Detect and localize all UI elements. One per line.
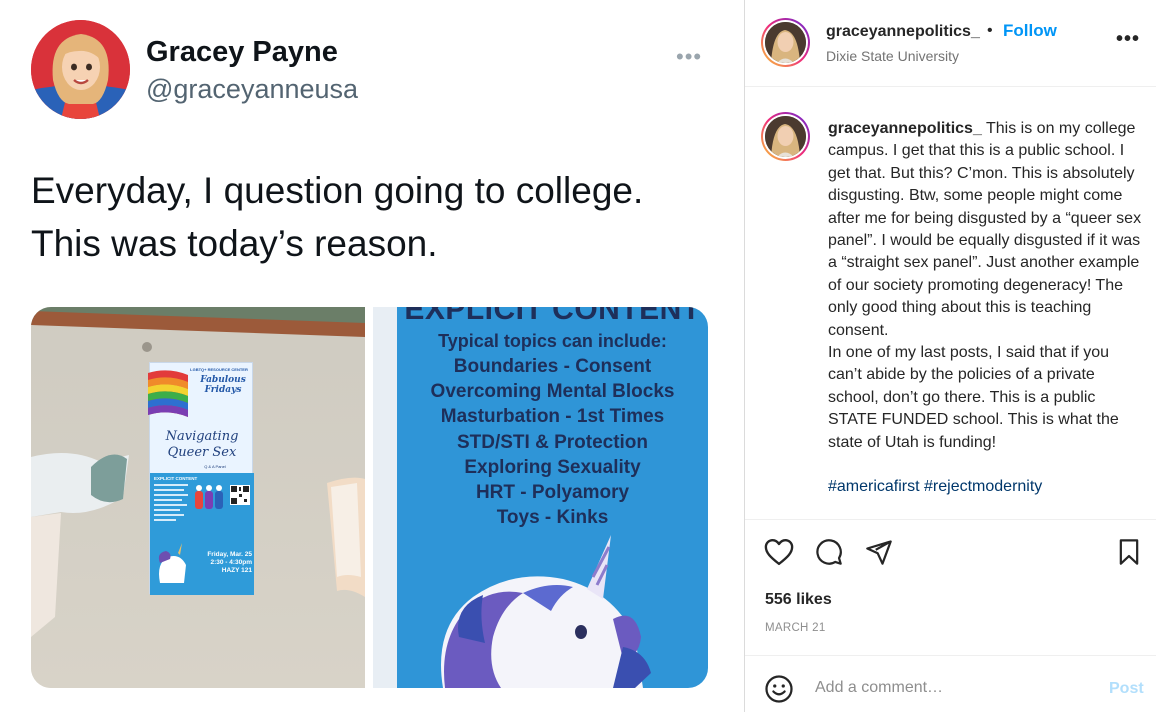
post-header: graceyannepolitics_ • Follow Dixie State… <box>745 0 1156 87</box>
tweet-photo-bulletin-board: LGBTQ+ RESOURCE CENTER Fabulous Fridays … <box>31 307 365 688</box>
follow-button[interactable]: Follow <box>1003 21 1057 41</box>
flyer-section-label: EXPLICIT CONTENT <box>154 476 198 481</box>
post-action-bar <box>745 519 1156 589</box>
comment-input[interactable] <box>815 679 1085 697</box>
flyer-subtitle: Q & A Panel <box>204 464 226 469</box>
cartoon-avatar-illustration <box>31 20 130 119</box>
tweet-more-icon: ••• <box>676 44 703 69</box>
heart-icon[interactable] <box>763 536 795 568</box>
tweet-text: Everyday, I question going to college. T… <box>31 164 711 270</box>
flyer-location: HAZY 121 <box>221 567 252 574</box>
caption-avatar[interactable] <box>761 112 810 161</box>
post-comment-button[interactable]: Post <box>1109 680 1144 698</box>
instagram-post-panel: graceyannepolitics_ • Follow Dixie State… <box>744 0 1156 712</box>
separator-dot: • <box>987 22 993 39</box>
flyer-title-line: Navigating <box>165 429 239 444</box>
emoji-icon[interactable] <box>764 674 794 709</box>
post-caption: graceyannepolitics_ This is on my colleg… <box>828 118 1146 514</box>
tweet-screenshot-image: Gracey Payne @graceyanneusa ••• Everyday… <box>0 0 744 712</box>
tweet-text-line: This was today’s reason. <box>31 223 438 264</box>
send-icon[interactable] <box>863 536 895 568</box>
caption-hashtags[interactable]: #americafirst #rejectmodernity <box>828 476 1146 498</box>
flyer-topic-lines <box>154 484 192 526</box>
post-date[interactable]: MARCH 21 <box>765 622 826 634</box>
unicorn-illustration <box>441 535 651 688</box>
likes-count[interactable]: 556 likes <box>765 591 832 609</box>
bookmark-icon[interactable] <box>1113 536 1145 568</box>
tweet-author-handle: @graceyanneusa <box>146 74 359 104</box>
avatar <box>765 116 806 157</box>
story-ring-avatar[interactable] <box>761 18 810 67</box>
flyer-series: Fabulous Fridays <box>200 375 246 395</box>
flyer-header: LGBTQ+ RESOURCE CENTER <box>190 367 248 372</box>
comment-bar: Post <box>745 655 1156 712</box>
more-options-icon[interactable]: ••• <box>1116 28 1140 51</box>
tweet-text-line: Everyday, I question going to college. <box>31 170 644 211</box>
flyer-event-details: Friday, Mar. 25 2:30 - 4:30pm HAZY 121 <box>194 551 252 575</box>
caption-text: This is on my college campus. I get that… <box>828 120 1142 339</box>
avatar <box>765 22 806 63</box>
flyer-people-icons <box>194 483 226 511</box>
post-location[interactable]: Dixie State University <box>826 48 959 64</box>
flyer-title: Navigating Queer Sex <box>152 429 252 461</box>
flyer-unicorn-icon <box>154 543 188 585</box>
tweet-avatar <box>31 20 130 119</box>
comment-icon[interactable] <box>813 536 845 568</box>
flyer-blue-panel: EXPLICIT CONTENT Friday, Mar. 25 2:30 - … <box>150 473 254 595</box>
rainbow-flag-icon <box>144 367 192 429</box>
tweet-photo-flyer-closeup: EXPLICIT CONTENT Typical topics can incl… <box>373 307 708 688</box>
flyer-qr-code-icon <box>230 485 250 505</box>
queer-sex-panel-flyer: LGBTQ+ RESOURCE CENTER Fabulous Fridays … <box>148 362 254 595</box>
tweet-author-name: Gracey Payne <box>146 36 338 68</box>
flyer-date: Friday, Mar. 25 <box>207 551 252 558</box>
post-author-username[interactable]: graceyannepolitics_ <box>826 23 980 41</box>
flyer-time: 2:30 - 4:30pm <box>210 559 252 566</box>
caption-username[interactable]: graceyannepolitics_ <box>828 120 982 137</box>
flyer-title-line: Queer Sex <box>167 445 237 460</box>
caption-text: In one of my last posts, I said that if … <box>828 344 1119 451</box>
